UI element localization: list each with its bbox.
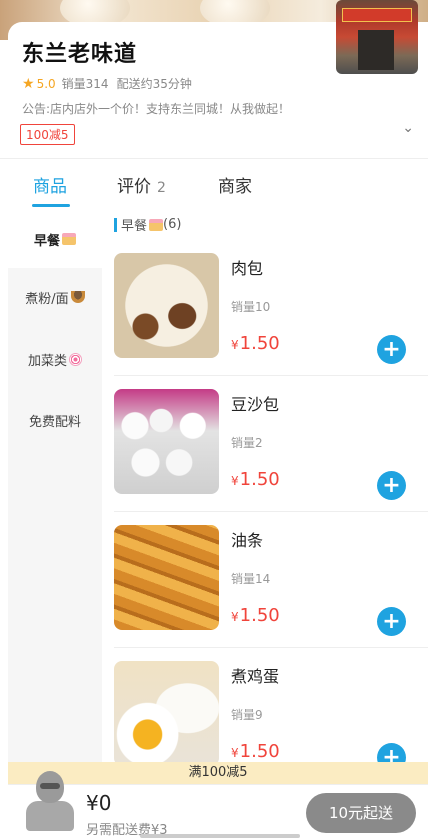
divider [0, 158, 428, 159]
bowl-emoji-icon [70, 291, 85, 303]
cart-bar: ¥0 另需配送费¥3 10元起送 [8, 771, 428, 840]
product-item[interactable]: 豆沙包 销量2 ¥1.50 + [102, 376, 428, 512]
currency-symbol: ¥ [231, 338, 239, 352]
cake-emoji-icon [62, 233, 76, 245]
store-door [358, 30, 394, 70]
product-price: ¥1.50 [231, 741, 280, 762]
category-count: (6) [163, 217, 182, 232]
category-accent-bar [114, 217, 117, 232]
store-photo[interactable] [336, 0, 418, 74]
page-edge [0, 160, 8, 840]
add-to-cart-button[interactable]: + [377, 471, 406, 500]
price-value: 1.50 [239, 605, 280, 626]
shop-sales: 销量314 [61, 77, 109, 91]
product-image[interactable] [114, 525, 219, 630]
star-icon: ★ [22, 75, 35, 92]
category-sidebar: 早餐 煮粉/面 加菜类 免费配料 [8, 210, 102, 765]
sidebar-item-label: 早餐 [33, 233, 60, 249]
product-price: ¥1.50 [231, 333, 280, 354]
tab-merchant[interactable]: 商家 [218, 172, 252, 197]
product-name: 豆沙包 [231, 395, 280, 414]
add-to-cart-button[interactable]: + [377, 607, 406, 636]
currency-symbol: ¥ [231, 746, 239, 760]
product-sales: 销量10 [231, 300, 271, 314]
promo-badge: 100减5 [20, 124, 75, 145]
delivery-time: 配送约35分钟 [116, 77, 192, 91]
tab-label: 商品 [33, 177, 67, 197]
tab-label: 评价 [117, 177, 151, 197]
price-value: 1.50 [239, 469, 280, 490]
sidebar-item-label: 免费配料 [28, 414, 81, 430]
home-indicator [140, 834, 300, 838]
product-price: ¥1.50 [231, 605, 280, 626]
product-name: 肉包 [231, 259, 264, 278]
product-image[interactable] [114, 661, 219, 765]
cart-total: ¥0 [86, 791, 112, 815]
cake-emoji-icon [149, 218, 164, 231]
price-value: 1.50 [239, 741, 280, 762]
shop-stats: ★ 5.0 销量314 配送约35分钟 [22, 75, 192, 92]
plus-icon: + [382, 473, 401, 498]
product-sales: 销量2 [231, 436, 263, 450]
tab-active-indicator [32, 204, 70, 207]
price-value: 1.50 [239, 333, 280, 354]
currency-symbol: ¥ [231, 474, 239, 488]
avatar-glasses [40, 783, 60, 789]
category-header: 早餐 (6) [114, 215, 181, 234]
category-title: 早餐 [121, 219, 148, 234]
tab-products[interactable]: 商品 [33, 172, 67, 197]
sidebar-item-label: 煮粉/面 [25, 291, 69, 307]
checkout-button[interactable]: 10元起送 [306, 793, 416, 833]
product-image[interactable] [114, 389, 219, 494]
product-image[interactable] [114, 253, 219, 358]
shop-page: 东兰老味道 ★ 5.0 销量314 配送约35分钟 公告:店内店外一个价！支持东… [0, 0, 428, 840]
shop-info-card: 东兰老味道 ★ 5.0 销量314 配送约35分钟 公告:店内店外一个价！支持东… [8, 0, 428, 160]
product-list: 肉包 销量10 ¥1.50 + 豆沙包 销量2 ¥1.50 + 油条 销量14 … [102, 240, 428, 765]
plus-icon: + [382, 337, 401, 362]
tab-reviews[interactable]: 评价 2 [117, 172, 166, 197]
chevron-down-icon[interactable]: ⌄ [402, 120, 414, 136]
sidebar-item-free-toppings[interactable]: 免费配料 [8, 391, 102, 449]
sidebar-item-breakfast[interactable]: 早餐 [8, 210, 102, 268]
product-item[interactable]: 油条 销量14 ¥1.50 + [102, 512, 428, 648]
shop-notice: 公告:店内店外一个价！支持东兰同城！从我做起！ [22, 102, 291, 116]
product-item[interactable]: 煮鸡蛋 销量9 ¥1.50 + [102, 648, 428, 765]
product-sales: 销量14 [231, 572, 271, 586]
product-item[interactable]: 肉包 销量10 ¥1.50 + [102, 240, 428, 376]
product-price: ¥1.50 [231, 469, 280, 490]
product-name: 煮鸡蛋 [231, 667, 280, 686]
shop-name: 东兰老味道 [22, 42, 138, 67]
sidebar-item-extras[interactable]: 加菜类 [8, 330, 102, 388]
product-name: 油条 [231, 531, 264, 550]
avatar-body [26, 801, 74, 831]
store-sign [342, 8, 412, 22]
add-to-cart-button[interactable]: + [377, 335, 406, 364]
tab-bar: 商品 评价 2 商家 [0, 160, 428, 210]
currency-symbol: ¥ [231, 610, 239, 624]
sidebar-item-noodles[interactable]: 煮粉/面 [8, 268, 102, 326]
shop-rating: 5.0 [36, 76, 56, 91]
fishcake-emoji-icon [69, 352, 82, 366]
cart-avatar-icon[interactable] [22, 771, 78, 835]
sidebar-item-label: 加菜类 [27, 353, 67, 369]
plus-icon: + [382, 609, 401, 634]
tab-label: 商家 [218, 177, 252, 197]
review-count: 2 [157, 180, 166, 196]
product-sales: 销量9 [231, 708, 263, 722]
